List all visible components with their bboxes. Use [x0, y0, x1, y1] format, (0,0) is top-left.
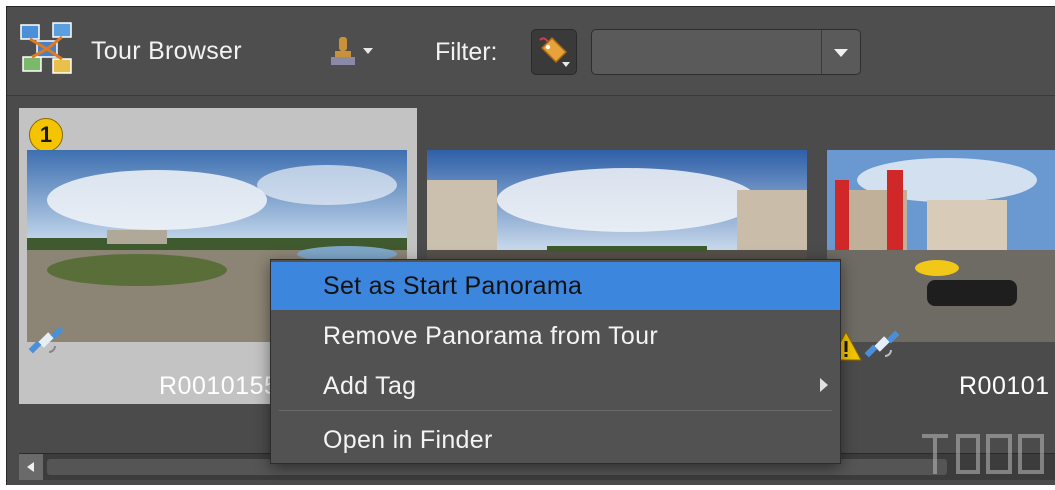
scroll-left-button[interactable]: [19, 454, 43, 480]
stamp-icon: [331, 37, 355, 65]
menu-item-label: Add Tag: [323, 372, 417, 400]
menu-item-label: Open in Finder: [323, 426, 493, 454]
panorama-tile[interactable]: R00101: [819, 108, 1055, 404]
menu-item-remove-panorama[interactable]: Remove Panorama from Tour: [271, 312, 840, 360]
menu-item-label: Remove Panorama from Tour: [323, 322, 658, 350]
panorama-name: R0010155: [159, 372, 279, 400]
filter-combo-box[interactable]: [591, 29, 861, 75]
gps-icon: [864, 330, 900, 358]
chevron-right-icon: [820, 378, 828, 392]
tour-browser-logo-icon: [20, 22, 72, 74]
app-title: Tour Browser: [91, 37, 242, 65]
start-panorama-badge: 1: [29, 118, 63, 152]
gps-icon: [28, 326, 64, 354]
chevron-left-icon: [27, 462, 34, 472]
menu-item-open-in-finder[interactable]: Open in Finder: [271, 416, 840, 464]
panorama-thumbnail: [827, 150, 1055, 342]
menu-item-set-start-panorama[interactable]: Set as Start Panorama: [271, 262, 840, 310]
stamp-dropdown-button[interactable]: [329, 35, 379, 69]
filter-dropdown-toggle[interactable]: [821, 30, 860, 74]
filter-label: Filter:: [435, 38, 498, 66]
chevron-down-icon: [363, 48, 373, 54]
watermark-logo: [922, 434, 1044, 474]
menu-item-add-tag[interactable]: Add Tag: [271, 362, 840, 410]
tag-icon: [539, 36, 570, 67]
tag-filter-button[interactable]: [531, 29, 577, 75]
context-menu: Set as Start Panorama Remove Panorama fr…: [270, 259, 841, 464]
menu-item-label: Set as Start Panorama: [323, 272, 583, 300]
toolbar: Tour Browser Filter:: [7, 7, 1055, 96]
chevron-down-icon: [834, 49, 848, 57]
menu-separator: [279, 410, 832, 411]
panorama-name: R00101: [959, 372, 1050, 400]
